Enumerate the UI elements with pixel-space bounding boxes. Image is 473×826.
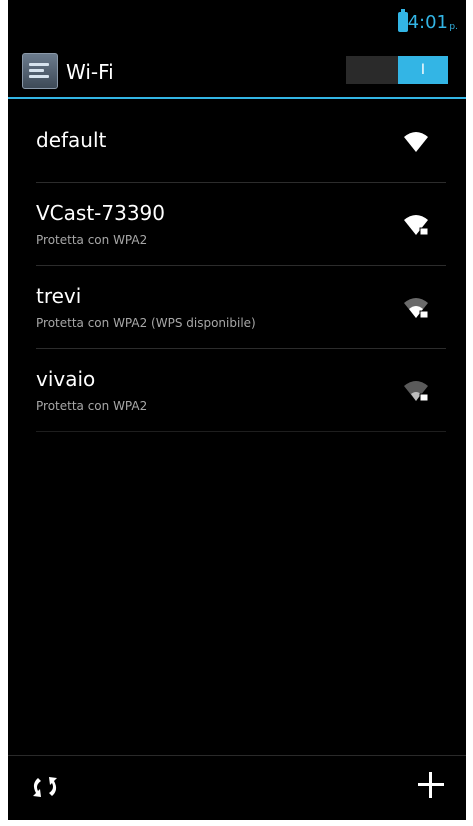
phone-screen: 4:01 p. Wi-Fi I default VCast-73390 Prot…: [8, 0, 466, 820]
status-bar: 4:01 p.: [8, 0, 466, 44]
wifi-signal-locked-icon: [404, 215, 429, 236]
wifi-toggle-thumb: I: [398, 56, 448, 84]
network-security: Protetta con WPA2: [36, 233, 148, 247]
wifi-signal-locked-icon: [404, 298, 429, 319]
add-icon[interactable]: [414, 768, 448, 802]
status-ampm: p.: [449, 22, 458, 32]
battery-icon: [398, 9, 408, 32]
status-time: 4:01: [407, 12, 448, 33]
network-row-vcast[interactable]: VCast-73390 Protetta con WPA2: [36, 183, 446, 266]
wifi-toggle[interactable]: I: [346, 56, 448, 84]
network-ssid: VCast-73390: [36, 201, 166, 225]
page-title: Wi-Fi: [66, 60, 114, 84]
network-row-trevi[interactable]: trevi Protetta con WPA2 (WPS disponibile…: [36, 266, 446, 349]
network-ssid: default: [36, 128, 107, 152]
wifi-signal-locked-icon: [404, 381, 429, 402]
network-security: Protetta con WPA2: [36, 399, 148, 413]
wifi-signal-open-icon: [404, 132, 428, 152]
refresh-icon[interactable]: [28, 770, 62, 804]
action-bar-divider: [8, 97, 466, 99]
network-ssid: trevi: [36, 284, 82, 308]
network-security: Protetta con WPA2 (WPS disponibile): [36, 316, 256, 330]
network-row-default[interactable]: default: [36, 100, 446, 183]
wifi-network-list: default VCast-73390 Protetta con WPA2 tr…: [36, 100, 446, 432]
action-bar: Wi-Fi I: [8, 44, 466, 99]
network-ssid: vivaio: [36, 367, 96, 391]
bottom-action-bar: [8, 755, 466, 820]
wifi-settings-icon[interactable]: [22, 53, 58, 89]
network-row-vivaio[interactable]: vivaio Protetta con WPA2: [36, 349, 446, 432]
